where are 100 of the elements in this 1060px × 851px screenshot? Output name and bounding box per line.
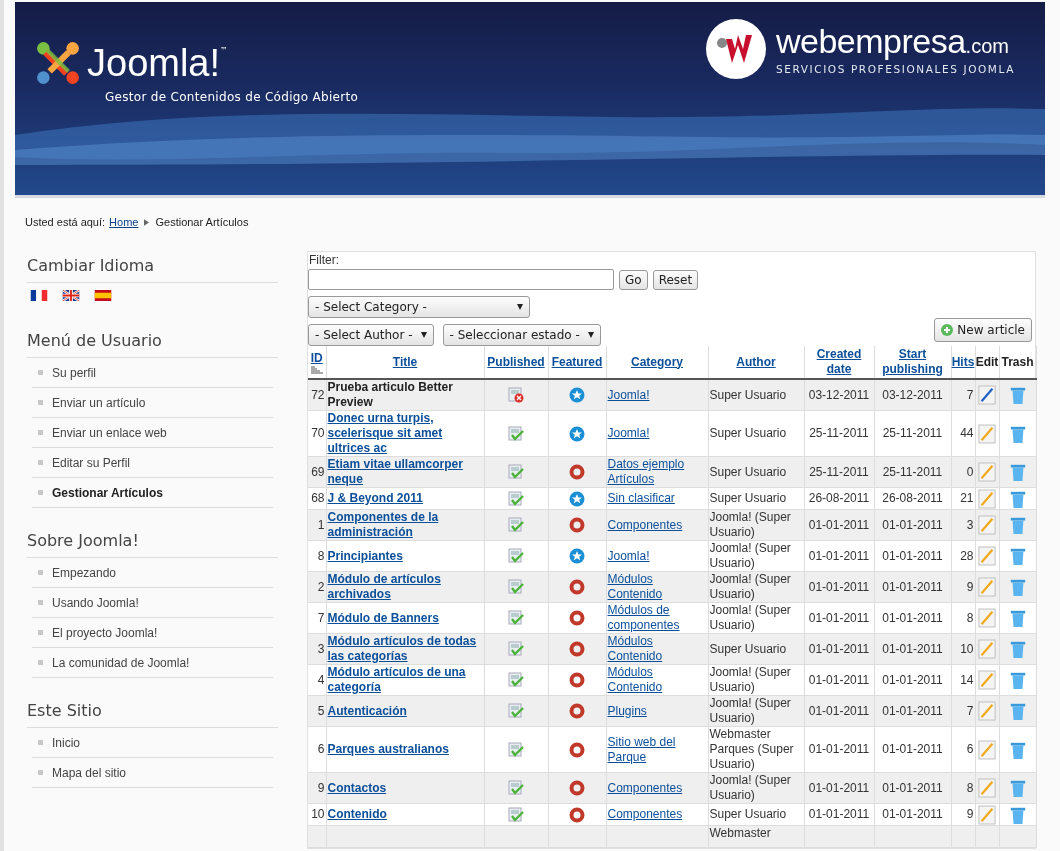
uk-flag-icon[interactable] <box>62 290 80 301</box>
state-select[interactable]: - Seleccionar estado - <box>442 324 601 346</box>
column-header-link[interactable]: Category <box>631 354 683 370</box>
menu-link[interactable]: Enviar un artículo <box>52 395 146 410</box>
bullet-icon <box>38 630 43 635</box>
new-article-button[interactable]: New article <box>934 318 1032 342</box>
published-check-icon[interactable] <box>508 641 524 657</box>
menu-link[interactable]: Gestionar Artículos <box>52 485 163 500</box>
published-check-icon[interactable] <box>508 610 524 626</box>
trash-icon[interactable] <box>1008 385 1027 405</box>
menu-link[interactable]: Inicio <box>52 735 80 750</box>
menu-link[interactable]: Enviar un enlace web <box>52 425 167 440</box>
article-title-link[interactable]: Módulo de artículos archivados <box>327 572 483 602</box>
section-link[interactable]: Componentes <box>607 517 683 533</box>
section-link[interactable]: Componentes <box>607 780 683 796</box>
article-title-link[interactable]: Donec urna turpis, scelerisque sit amet ultrices ac <box>327 411 483 456</box>
published-check-icon[interactable] <box>508 672 524 688</box>
section-link[interactable]: Módulos Contenido <box>607 665 707 695</box>
published-check-icon[interactable] <box>508 806 524 823</box>
french-flag-icon[interactable] <box>30 290 48 301</box>
ring-icon[interactable] <box>569 464 585 480</box>
column-header-link[interactable]: Start publishing <box>874 347 951 377</box>
column-header-link[interactable]: Featured <box>551 354 603 370</box>
article-title-link[interactable]: Módulo artículos de una categoría <box>327 665 483 695</box>
column-header-link[interactable]: Published <box>487 354 545 370</box>
article-title-link[interactable]: Parques australianos <box>327 742 449 757</box>
star-icon[interactable] <box>569 548 585 564</box>
published-check-icon[interactable] <box>508 741 524 758</box>
trash-icon[interactable] <box>1008 577 1027 597</box>
ring-icon[interactable] <box>569 672 585 688</box>
ring-icon[interactable] <box>569 517 585 533</box>
menu-link[interactable]: Editar su Perfil <box>52 455 131 470</box>
edit-pencil-icon[interactable] <box>978 385 996 405</box>
article-title-link[interactable]: Principiantes <box>327 548 403 564</box>
menu-link[interactable]: Su perfil <box>52 365 97 380</box>
section-link[interactable]: Joomla! <box>607 548 650 564</box>
menu-link[interactable]: Usando Joomla! <box>52 595 139 610</box>
article-title-link[interactable]: Módulo de Banners <box>327 610 439 626</box>
trash-icon[interactable] <box>1008 515 1027 535</box>
published-check-icon[interactable] <box>508 780 524 796</box>
section-link[interactable]: Sin clasificar <box>607 491 675 506</box>
partner-domain: .com <box>965 35 1009 57</box>
go-button[interactable]: Go <box>619 269 648 290</box>
section-link[interactable]: Joomla! <box>607 387 650 403</box>
published-check-icon[interactable] <box>508 464 524 480</box>
published-check-icon[interactable] <box>508 703 524 719</box>
published-check-icon[interactable] <box>508 579 524 595</box>
article-title-link[interactable]: Etiam vitae ullamcorper neque <box>327 457 483 487</box>
column-header-link[interactable]: Created date <box>804 347 874 377</box>
breadcrumb-link[interactable]: Home <box>109 216 139 228</box>
date-cell: 01-01-2011 <box>874 540 951 572</box>
column-header-link[interactable]: ID <box>310 350 324 374</box>
section-link[interactable]: Sitio web del Parque <box>607 734 707 765</box>
category-select[interactable]: - Select Category - <box>308 296 530 318</box>
article-title-link[interactable]: Contenido <box>327 807 387 822</box>
ring-icon[interactable] <box>569 780 585 796</box>
trash-icon[interactable] <box>1008 639 1027 659</box>
published-check-icon[interactable] <box>508 517 524 533</box>
author-select[interactable]: - Select Author - <box>308 324 434 346</box>
column-header-link[interactable]: Author <box>736 354 776 370</box>
menu-link[interactable]: Empezando <box>52 565 117 580</box>
trash-icon[interactable] <box>1008 546 1027 566</box>
filter-input[interactable] <box>308 269 614 290</box>
article-title-link[interactable]: Componentes de la administración <box>327 510 483 540</box>
trash-icon[interactable] <box>1008 778 1027 798</box>
unpublished-cross-icon[interactable] <box>508 387 524 403</box>
ring-icon[interactable] <box>569 610 585 626</box>
star-icon[interactable] <box>569 387 585 403</box>
trash-icon[interactable] <box>1008 670 1027 690</box>
section-link[interactable]: Componentes <box>607 807 683 822</box>
ring-icon[interactable] <box>569 741 585 758</box>
section-link[interactable]: Módulos Contenido <box>607 634 707 664</box>
spanish-flag-icon[interactable] <box>94 290 112 301</box>
section-link[interactable]: Datos ejemplo Artículos <box>607 457 707 487</box>
article-title-link[interactable]: Autenticación <box>327 703 407 719</box>
menu-link[interactable]: El proyecto Joomla! <box>52 625 158 640</box>
trash-icon[interactable] <box>1008 608 1027 628</box>
column-header-link[interactable]: Hits <box>951 354 975 370</box>
menu-link[interactable]: La comunidad de Joomla! <box>52 655 190 670</box>
count-cell: 44 <box>951 410 975 457</box>
section-link[interactable]: Plugins <box>607 703 647 719</box>
menu-link[interactable]: Mapa del sitio <box>52 765 127 780</box>
published-check-icon[interactable] <box>508 490 524 507</box>
ring-icon[interactable] <box>569 579 585 595</box>
partner-tagline: SERVICIOS PROFESIONALES JOOMLA <box>775 63 1015 75</box>
ring-icon[interactable] <box>569 806 585 823</box>
section-link[interactable]: Módulos de componentes <box>607 603 707 633</box>
reset-button[interactable]: Reset <box>652 269 699 290</box>
trash-icon[interactable] <box>1008 701 1027 721</box>
article-title-link[interactable]: J & Beyond 2011 <box>327 491 423 506</box>
section-link[interactable]: Joomla! <box>607 426 650 441</box>
section-link[interactable]: Módulos Contenido <box>607 572 707 602</box>
ring-icon[interactable] <box>569 641 585 657</box>
published-check-icon[interactable] <box>508 548 524 564</box>
ring-icon[interactable] <box>569 703 585 719</box>
column-header-link[interactable]: Title <box>392 354 418 370</box>
published-check-icon[interactable] <box>508 425 524 442</box>
article-title-link[interactable]: Contactos <box>327 780 387 796</box>
article-title-link[interactable]: Módulo artículos de todas las categorías <box>327 634 483 664</box>
trash-icon[interactable] <box>1008 462 1027 482</box>
